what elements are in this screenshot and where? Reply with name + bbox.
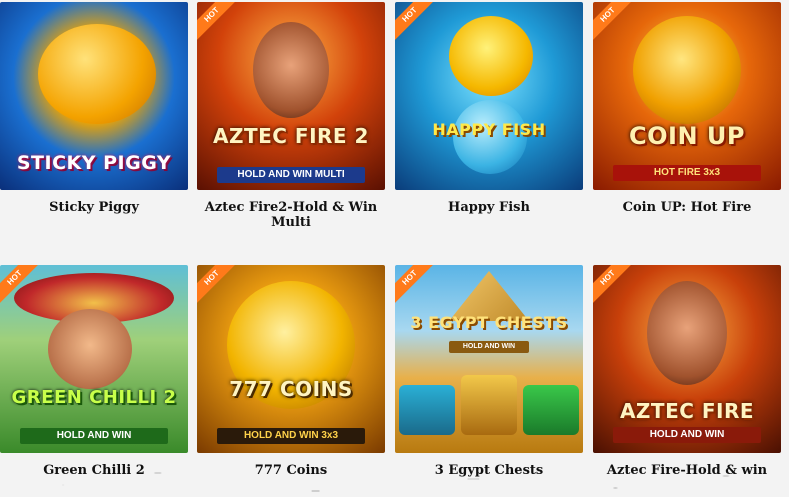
game-title[interactable]: Green Chilli 2 (0, 463, 188, 478)
game-title[interactable]: Sticky Piggy (0, 200, 188, 215)
game-logo-text: HAPPY FISH (432, 120, 546, 139)
hot-badge: HOT (395, 265, 440, 308)
game-logo-text: COIN UP (629, 122, 745, 150)
game-thumbnail[interactable]: HOT 777 COINS HOLD AND WIN 3x3 (197, 265, 385, 453)
hot-badge: HOT (395, 2, 440, 45)
game-title[interactable]: 777 Coins (197, 463, 385, 478)
game-thumbnail[interactable]: HOT 3 EGYPT CHESTS HOLD AND WIN (395, 265, 583, 453)
game-logo-text: 777 COINS (229, 377, 353, 401)
game-card-3-egypt-chests[interactable]: HOT 3 EGYPT CHESTS HOLD AND WIN 3 Egypt … (395, 265, 583, 497)
game-thumbnail[interactable]: HOT AZTEC FIRE HOLD AND WIN (593, 265, 781, 453)
hot-badge: HOT (593, 2, 638, 45)
aztec-woman-art (253, 22, 329, 118)
game-card-green-chilli-2[interactable]: HOT GREEN CHILLI 2 HOLD AND WIN Green Ch… (0, 265, 188, 497)
game-logo-text: STICKY PIGGY (16, 152, 172, 174)
game-logo-subtitle: HOLD AND WIN 3x3 (217, 428, 365, 444)
game-logo-subtitle: HOLD AND WIN (20, 428, 168, 444)
piggy-bank-art (38, 24, 156, 124)
treasure-chest-art (461, 375, 517, 435)
game-logo-text: AZTEC FIRE (619, 399, 755, 423)
game-thumbnail[interactable]: HOT COIN UP HOT FIRE 3x3 (593, 2, 781, 190)
treasure-chest-art (523, 385, 579, 435)
game-title[interactable]: Coin UP: Hot Fire (593, 200, 781, 215)
mexican-man-art (48, 309, 132, 389)
game-logo-subtitle: HOT FIRE 3x3 (613, 165, 761, 181)
game-card-sticky-piggy[interactable]: STICKY PIGGY Sticky Piggy (0, 2, 188, 236)
hot-badge: HOT (197, 2, 242, 45)
game-title[interactable]: 3 Egypt Chests (395, 463, 583, 478)
game-logo-text: AZTEC FIRE 2 (213, 124, 369, 148)
game-logo-subtitle: HOLD AND WIN MULTI (217, 167, 365, 183)
game-card-aztec-fire[interactable]: HOT AZTEC FIRE HOLD AND WIN Aztec Fire-H… (593, 265, 781, 497)
game-title[interactable]: Aztec Fire-Hold & win (593, 463, 781, 478)
coin-art (633, 16, 741, 124)
fish-art (449, 16, 533, 96)
game-grid: STICKY PIGGY Sticky Piggy HOT AZTEC FIRE… (0, 0, 789, 497)
game-title[interactable]: Aztec Fire2-Hold & Win Multi (197, 200, 385, 230)
game-logo-text: GREEN CHILLI 2 (11, 387, 177, 408)
game-card-777-coins[interactable]: HOT 777 COINS HOLD AND WIN 3x3 777 Coins (197, 265, 385, 497)
aztec-woman-art (647, 281, 727, 385)
hot-badge: HOT (593, 265, 638, 308)
game-card-aztec-fire-2[interactable]: HOT AZTEC FIRE 2 HOLD AND WIN MULTI Azte… (197, 2, 385, 236)
game-title[interactable]: Happy Fish (395, 200, 583, 215)
game-card-coin-up[interactable]: HOT COIN UP HOT FIRE 3x3 Coin UP: Hot Fi… (593, 2, 781, 236)
hot-badge: HOT (197, 265, 242, 308)
treasure-chest-art (399, 385, 455, 435)
game-card-happy-fish[interactable]: HOT HAPPY FISH Happy Fish (395, 2, 583, 236)
game-thumbnail[interactable]: HOT GREEN CHILLI 2 HOLD AND WIN (0, 265, 188, 453)
game-thumbnail[interactable]: STICKY PIGGY (0, 2, 188, 190)
game-thumbnail[interactable]: HOT HAPPY FISH (395, 2, 583, 190)
game-logo-subtitle: HOLD AND WIN (449, 341, 529, 353)
game-logo-subtitle: HOLD AND WIN (613, 427, 761, 443)
game-logo-text: 3 EGYPT CHESTS (410, 313, 568, 332)
game-thumbnail[interactable]: HOT AZTEC FIRE 2 HOLD AND WIN MULTI (197, 2, 385, 190)
